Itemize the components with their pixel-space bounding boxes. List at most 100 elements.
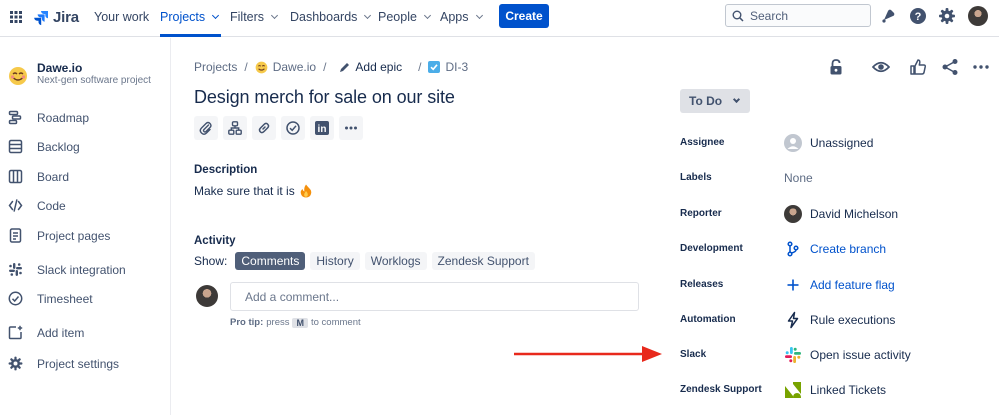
nav-apps-label: Apps [440,10,469,24]
field-label-releases: Releases [680,279,724,290]
field-value-automation[interactable]: Rule executions [784,311,895,329]
project-avatar-icon [9,67,27,85]
link-issue-button[interactable] [252,116,276,140]
more-horizontal-icon[interactable] [972,58,990,76]
slack-text: Open issue activity [810,348,911,362]
sidebar-item-roadmap[interactable]: Roadmap [8,110,89,125]
nav-people-label: People [378,10,417,24]
field-label-labels: Labels [680,172,712,183]
tab-worklogs[interactable]: Worklogs [364,252,427,270]
field-label-slack: Slack [680,349,707,360]
sidebar-item-code[interactable]: Code [8,198,66,213]
description-heading: Description [194,164,258,176]
check-circle-icon [286,121,300,135]
chevron-down-icon [475,11,483,20]
invision-button[interactable]: in [310,116,334,140]
breadcrumb-separator: / [244,60,248,74]
breadcrumb-project[interactable]: Dawe.io [255,60,316,74]
jira-logo-text: Jira [53,9,79,26]
tab-zendesk-support[interactable]: Zendesk Support [431,252,535,270]
nav-filters[interactable]: Filters [230,10,279,24]
description-body[interactable]: Make sure that it is [194,184,313,198]
sidebar-item-backlog[interactable]: Backlog [8,139,80,154]
lock-icon[interactable] [827,58,845,76]
sidebar-item-project-pages[interactable]: Project pages [8,228,110,243]
search-box[interactable] [725,4,871,27]
chevron-down-icon [423,11,431,20]
search-input[interactable] [750,8,860,23]
protip-prefix: Pro tip: [230,317,264,328]
sidebar-item-label: Roadmap [37,110,90,125]
protip-suffix: to comment [310,317,361,328]
svg-text:in: in [318,124,327,135]
field-value-labels[interactable]: None [784,171,813,185]
link-icon [258,122,270,134]
attach-button[interactable] [194,116,218,140]
approve-button[interactable] [281,116,305,140]
unassigned-avatar-icon [784,134,802,152]
nav-dashboards-label: Dashboards [290,10,358,24]
code-icon [8,199,23,212]
issue-title[interactable]: Design merch for sale on our site [194,87,455,108]
more-actions-button[interactable] [339,116,363,140]
settings-gear-icon[interactable] [938,7,956,25]
field-value-development[interactable]: Create branch [784,240,886,258]
tab-history[interactable]: History [310,252,360,270]
nav-filters-label: Filters [230,10,265,24]
field-value-reporter[interactable]: David Michelson [784,205,898,223]
activity-filter: Show: Comments History Worklogs Zendesk … [194,252,535,270]
project-sidebar: Dawe.io Next-gen software project Roadma… [0,38,171,415]
sidebar-item-slack-integration[interactable]: Slack integration [8,262,126,277]
development-text: Create branch [810,242,887,256]
show-label: Show: [194,254,228,268]
sidebar-item-label: Backlog [37,139,80,154]
field-value-zendesk-support[interactable]: Linked Tickets [784,381,886,399]
help-icon[interactable]: ? [909,7,927,25]
status-dropdown[interactable]: To Do [680,89,750,113]
slack-logo-icon [785,347,801,363]
gear-icon [8,356,23,371]
nav-dashboards[interactable]: Dashboards [290,10,372,24]
field-value-assignee[interactable]: Unassigned [784,134,873,152]
create-button[interactable]: Create [499,4,549,28]
hierarchy-icon [228,121,242,135]
breadcrumb-issue-key-label: DI-3 [445,60,469,74]
chevron-down-icon [733,95,741,104]
nav-apps[interactable]: Apps [440,10,483,24]
app-switcher-icon[interactable] [10,11,22,23]
share-icon[interactable] [941,58,959,76]
breadcrumb-issue-key[interactable]: DI-3 [428,60,468,74]
status-label: To Do [689,94,723,108]
nav-people[interactable]: People [378,10,431,24]
thumbs-up-icon[interactable] [909,58,927,76]
comment-input[interactable]: Add a comment... [230,282,639,311]
breadcrumb-add-epic-label: Add epic [355,60,403,74]
nav-your-work[interactable]: Your work [94,10,149,24]
sidebar-item-label: Code [37,198,66,213]
sidebar-item-board[interactable]: Board [8,169,69,184]
user-avatar[interactable] [968,6,988,26]
top-navigation: Jira Your work Projects Filters Dashboar… [0,0,999,37]
chevron-down-icon [364,11,372,20]
watch-eye-icon[interactable] [872,58,890,76]
nav-projects[interactable]: Projects [160,10,220,24]
breadcrumb-projects[interactable]: Projects [194,60,237,74]
jira-logo-icon [34,10,48,25]
pencil-icon [340,62,350,72]
jira-logo[interactable]: Jira [33,9,79,26]
field-value-slack[interactable]: Open issue activity [784,346,911,364]
project-name[interactable]: Dawe.io [37,61,82,75]
more-horizontal-icon [345,126,357,130]
zendesk-logo-icon [785,382,801,398]
sidebar-item-add-item[interactable]: Add item [8,325,84,340]
tab-comments[interactable]: Comments [235,252,306,270]
backlog-icon [8,139,23,154]
sidebar-item-project-settings[interactable]: Project settings [8,356,119,371]
svg-text:?: ? [915,11,922,23]
breadcrumb-add-epic[interactable]: Add epic [339,60,402,74]
add-child-issue-button[interactable] [223,116,247,140]
sidebar-item-timesheet[interactable]: Timesheet [8,291,93,306]
issue-toolbar: in [194,116,363,140]
notifications-icon[interactable] [880,7,898,25]
field-value-releases[interactable]: Add feature flag [784,276,895,294]
